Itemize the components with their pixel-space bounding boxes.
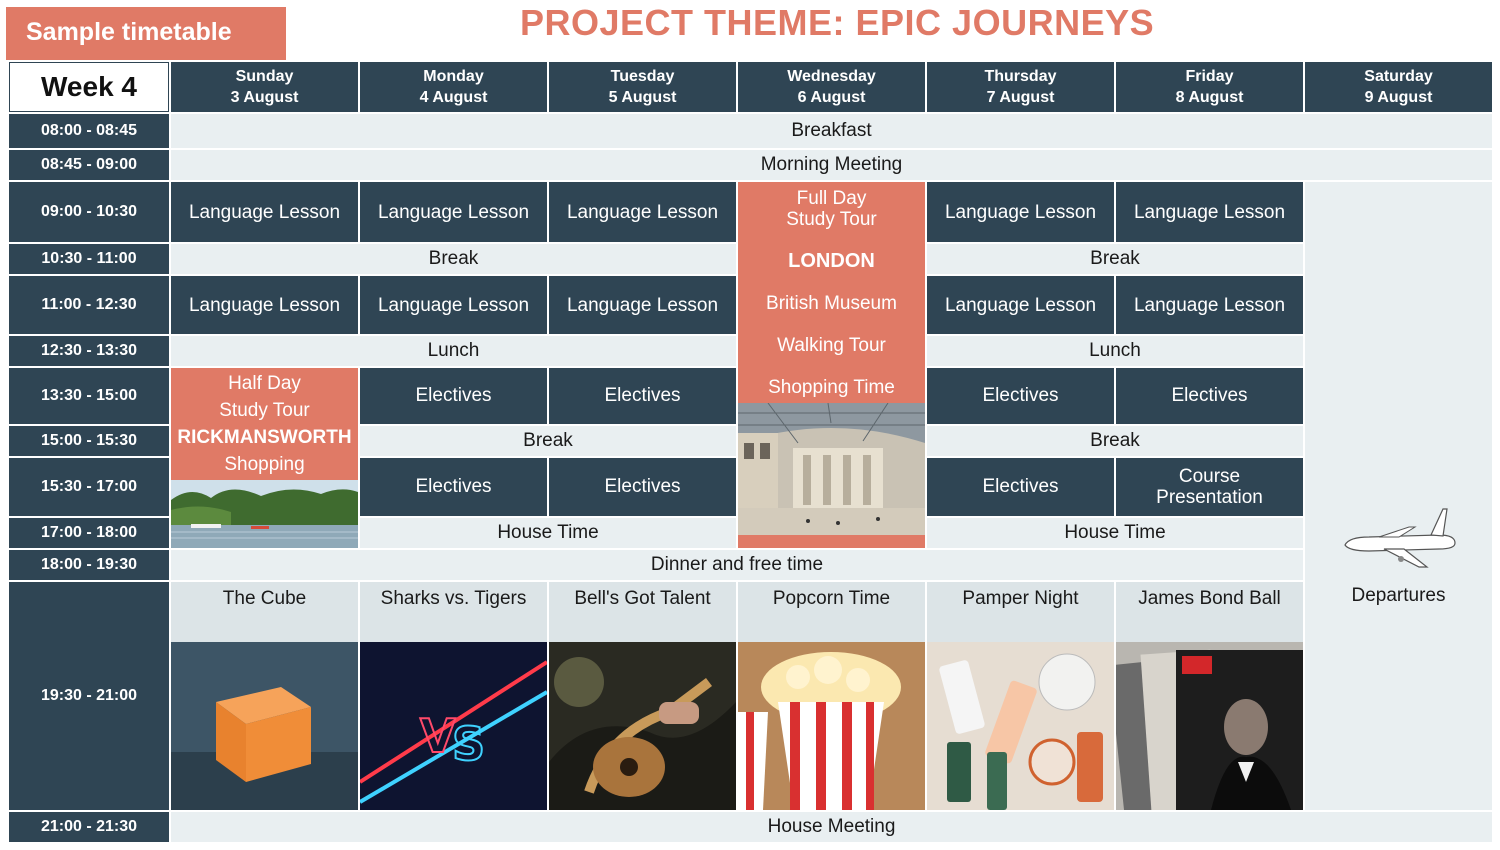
evening-activity-label: James Bond Ball xyxy=(1138,588,1281,609)
james-bond-magazines-photo xyxy=(1116,642,1303,810)
time-slot: 21:00 - 21:30 xyxy=(9,812,169,842)
departures-label: Departures xyxy=(1351,585,1446,606)
course-presentation-cell: Course Presentation xyxy=(1116,458,1303,516)
tour-item: Shopping xyxy=(224,454,305,475)
time-slot: 09:00 - 10:30 xyxy=(9,182,169,242)
departures-cell: Departures xyxy=(1305,182,1492,810)
house-meeting-cell: House Meeting xyxy=(171,812,1492,842)
lunch-cell: Lunch xyxy=(927,336,1303,366)
tour-place: LONDON xyxy=(788,250,875,272)
language-lesson-cell: Language Lesson xyxy=(171,182,358,242)
pamper-products-photo xyxy=(927,642,1114,810)
rickmansworth-photo xyxy=(171,480,358,548)
day-header-tuesday: Tuesday 5 August xyxy=(549,62,736,112)
house-time-cell: House Time xyxy=(360,518,736,548)
day-header-thursday: Thursday 7 August xyxy=(927,62,1114,112)
lunch-cell: Lunch xyxy=(171,336,736,366)
evening-activity-cell: Sharks vs. Tigers V S xyxy=(360,582,547,810)
tour-place: RICKMANSWORTH xyxy=(177,427,352,448)
svg-text:V: V xyxy=(420,709,456,763)
language-lesson-cell: Language Lesson xyxy=(549,276,736,334)
dinner-cell: Dinner and free time xyxy=(171,550,1303,580)
electives-cell: Electives xyxy=(1116,368,1303,424)
language-lesson-cell: Language Lesson xyxy=(927,182,1114,242)
timetable-grid: Week 4 Sunday 3 August Monday 4 August Tue… xyxy=(9,62,1492,846)
language-lesson-cell: Language Lesson xyxy=(549,182,736,242)
time-slot: 15:30 - 17:00 xyxy=(9,458,169,516)
time-slot: 19:30 - 21:00 xyxy=(9,582,169,810)
wednesday-study-tour-cell: Full Day Study Tour LONDON British Museum… xyxy=(738,182,925,548)
day-header-sunday: Sunday 3 August xyxy=(171,62,358,112)
versus-photo: V S xyxy=(360,642,547,810)
time-slot: 13:30 - 15:00 xyxy=(9,368,169,424)
time-slot: 10:30 - 11:00 xyxy=(9,244,169,274)
evening-activity-cell: James Bond Ball xyxy=(1116,582,1303,810)
electives-cell: Electives xyxy=(549,458,736,516)
evening-activity-cell: Popcorn Time xyxy=(738,582,925,810)
electives-cell: Electives xyxy=(927,368,1114,424)
evening-activity-label: The Cube xyxy=(222,588,307,609)
evening-activity-label: Popcorn Time xyxy=(772,588,891,609)
british-museum-photo xyxy=(738,403,925,535)
day-header-monday: Monday 4 August xyxy=(360,62,547,112)
break-cell: Break xyxy=(927,244,1303,274)
language-lesson-cell: Language Lesson xyxy=(1116,182,1303,242)
language-lesson-cell: Language Lesson xyxy=(171,276,358,334)
language-lesson-cell: Language Lesson xyxy=(927,276,1114,334)
evening-activity-cell: Bell's Got Talent xyxy=(549,582,736,810)
time-slot: 12:30 - 13:30 xyxy=(9,336,169,366)
tour-item: British Museum xyxy=(766,293,897,314)
electives-cell: Electives xyxy=(360,458,547,516)
time-slot: 15:00 - 15:30 xyxy=(9,426,169,456)
time-slot: 18:00 - 19:30 xyxy=(9,550,169,580)
tour-heading: Study Tour xyxy=(219,400,310,421)
time-slot: 17:00 - 18:00 xyxy=(9,518,169,548)
electives-cell: Electives xyxy=(549,368,736,424)
tour-heading: Half Day xyxy=(228,373,301,394)
electives-cell: Electives xyxy=(927,458,1114,516)
evening-activity-cell: Pamper Night xyxy=(927,582,1114,810)
evening-activity-label: Bell's Got Talent xyxy=(574,588,711,609)
evening-activity-label: Pamper Night xyxy=(962,588,1079,609)
morning-meeting-cell: Morning Meeting xyxy=(171,150,1492,180)
time-slot: 11:00 - 12:30 xyxy=(9,276,169,334)
evening-activity-label: Sharks vs. Tigers xyxy=(380,588,527,609)
time-slot: 08:45 - 09:00 xyxy=(9,150,169,180)
house-time-cell: House Time xyxy=(927,518,1303,548)
break-cell: Break xyxy=(171,244,736,274)
svg-text:S: S xyxy=(452,717,485,771)
time-slot: 08:00 - 08:45 xyxy=(9,114,169,148)
tour-heading: Full Day Study Tour xyxy=(786,188,877,230)
tour-item: Shopping Time xyxy=(768,377,895,398)
break-cell: Break xyxy=(927,426,1303,456)
language-lesson-cell: Language Lesson xyxy=(360,182,547,242)
cube-photo xyxy=(171,642,358,810)
day-header-saturday: Saturday 9 August xyxy=(1305,62,1492,112)
language-lesson-cell: Language Lesson xyxy=(360,276,547,334)
breakfast-cell: Breakfast xyxy=(171,114,1492,148)
airplane-icon xyxy=(1343,508,1456,568)
day-header-friday: Friday 8 August xyxy=(1116,62,1303,112)
electives-cell: Electives xyxy=(360,368,547,424)
sample-timetable-badge: Sample timetable xyxy=(6,7,286,60)
day-header-wednesday: Wednesday 6 August xyxy=(738,62,925,112)
language-lesson-cell: Language Lesson xyxy=(1116,276,1303,334)
evening-activity-cell: The Cube xyxy=(171,582,358,810)
project-title: PROJECT THEME: EPIC JOURNEYS xyxy=(520,2,1155,43)
guitar-photo xyxy=(549,642,736,810)
break-cell: Break xyxy=(360,426,736,456)
sunday-study-tour-cell: Half Day Study Tour RICKMANSWORTH Shoppi… xyxy=(171,368,358,548)
popcorn-photo xyxy=(738,642,925,810)
week-label: Week 4 xyxy=(9,62,169,112)
tour-item: Walking Tour xyxy=(777,335,886,356)
